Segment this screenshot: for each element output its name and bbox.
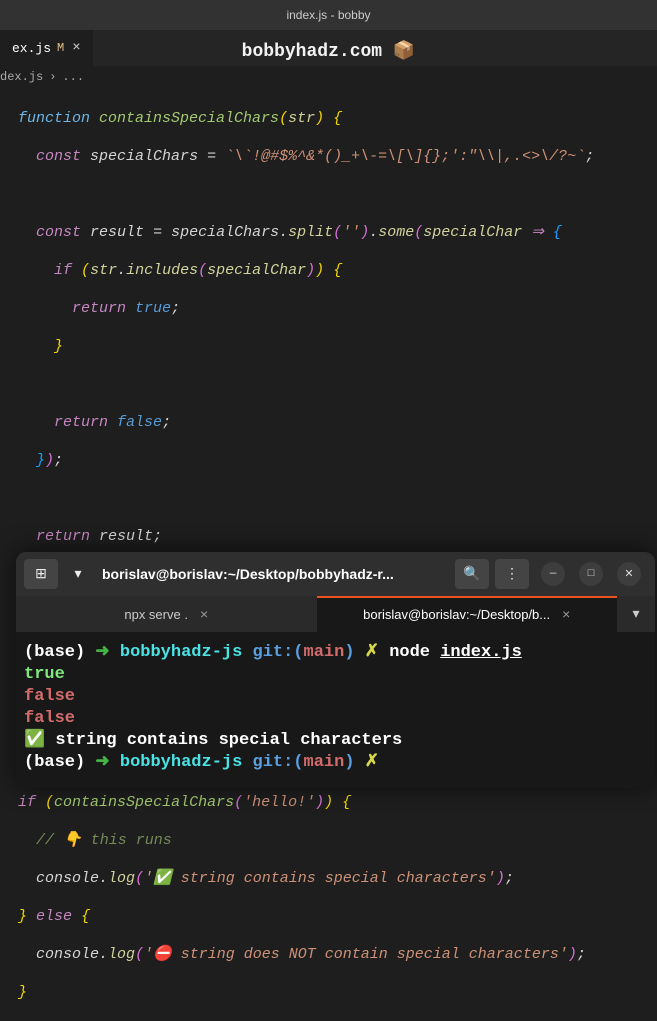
code-line: return true;: [18, 299, 657, 318]
breadcrumb-more: ...: [62, 66, 84, 88]
close-icon[interactable]: ✕: [617, 562, 641, 586]
code-line: if (containsSpecialChars('hello!')) {: [18, 793, 657, 812]
code-line: return result;: [18, 527, 657, 546]
breadcrumb-separator-icon: ›: [49, 66, 56, 88]
tab-filename: ex.js: [12, 41, 51, 56]
menu-icon[interactable]: ⋮: [495, 559, 529, 589]
new-tab-dropdown-icon[interactable]: ▾: [617, 596, 655, 632]
terminal-line: true: [24, 664, 647, 686]
editor-tab[interactable]: ex.js M ×: [0, 30, 93, 66]
terminal-tab-active[interactable]: borislav@borislav:~/Desktop/b... ×: [317, 596, 618, 632]
terminal-tab-label: borislav@borislav:~/Desktop/b...: [363, 607, 550, 622]
terminal-body[interactable]: (base) ➜ bobbyhadz-js git:(main) ✗ node …: [16, 632, 655, 784]
terminal-tab-bar: npx serve . × borislav@borislav:~/Deskto…: [16, 596, 655, 632]
code-line: console.log('⛔️ string does NOT contain …: [18, 945, 657, 964]
terminal-line: (base) ➜ bobbyhadz-js git:(main) ✗: [24, 752, 647, 774]
code-line: if (str.includes(specialChar)) {: [18, 261, 657, 280]
code-line: function containsSpecialChars(str) {: [18, 109, 657, 128]
terminal-line: false: [24, 708, 647, 730]
code-line: return false;: [18, 413, 657, 432]
code-line: [18, 489, 657, 508]
dropdown-icon[interactable]: ▾: [64, 559, 92, 589]
code-line: const specialChars = `\`!@#$%^&*()_+\-=\…: [18, 147, 657, 166]
terminal-window: ⊞ ▾ borislav@borislav:~/Desktop/bobbyhad…: [16, 552, 655, 788]
breadcrumb-file: dex.js: [0, 66, 43, 88]
terminal-line: (base) ➜ bobbyhadz-js git:(main) ✗ node …: [24, 642, 647, 664]
tab-close-icon[interactable]: ×: [200, 606, 208, 622]
minimize-icon[interactable]: —: [541, 562, 565, 586]
code-line: console.log('✅ string contains special c…: [18, 869, 657, 888]
tab-close-icon[interactable]: ×: [70, 40, 80, 56]
new-window-icon[interactable]: ⊞: [24, 559, 58, 589]
code-line: // 👇️ this runs: [18, 831, 657, 850]
window-controls: — □ ✕: [535, 562, 647, 586]
terminal-title: borislav@borislav:~/Desktop/bobbyhadz-r.…: [98, 566, 449, 582]
code-line: }: [18, 983, 657, 1002]
maximize-icon[interactable]: □: [579, 562, 603, 586]
breadcrumb[interactable]: dex.js › ...: [0, 66, 657, 88]
code-line: [18, 185, 657, 204]
code-line: [18, 375, 657, 394]
terminal-tab-label: npx serve .: [124, 607, 188, 622]
window-title: index.js - bobby: [286, 8, 370, 22]
tab-close-icon[interactable]: ×: [562, 606, 570, 622]
terminal-line: false: [24, 686, 647, 708]
window-title-bar: index.js - bobby: [0, 0, 657, 30]
code-line: });: [18, 451, 657, 470]
terminal-tab[interactable]: npx serve . ×: [16, 596, 317, 632]
search-icon[interactable]: 🔍: [455, 559, 489, 589]
terminal-header: ⊞ ▾ borislav@borislav:~/Desktop/bobbyhad…: [16, 552, 655, 596]
code-line: const result = specialChars.split('').so…: [18, 223, 657, 242]
code-line: }: [18, 337, 657, 356]
modified-badge: M: [57, 41, 64, 55]
code-line: } else {: [18, 907, 657, 926]
editor-tab-bar: ex.js M ×: [0, 30, 657, 66]
terminal-line: ✅ string contains special characters: [24, 730, 647, 752]
